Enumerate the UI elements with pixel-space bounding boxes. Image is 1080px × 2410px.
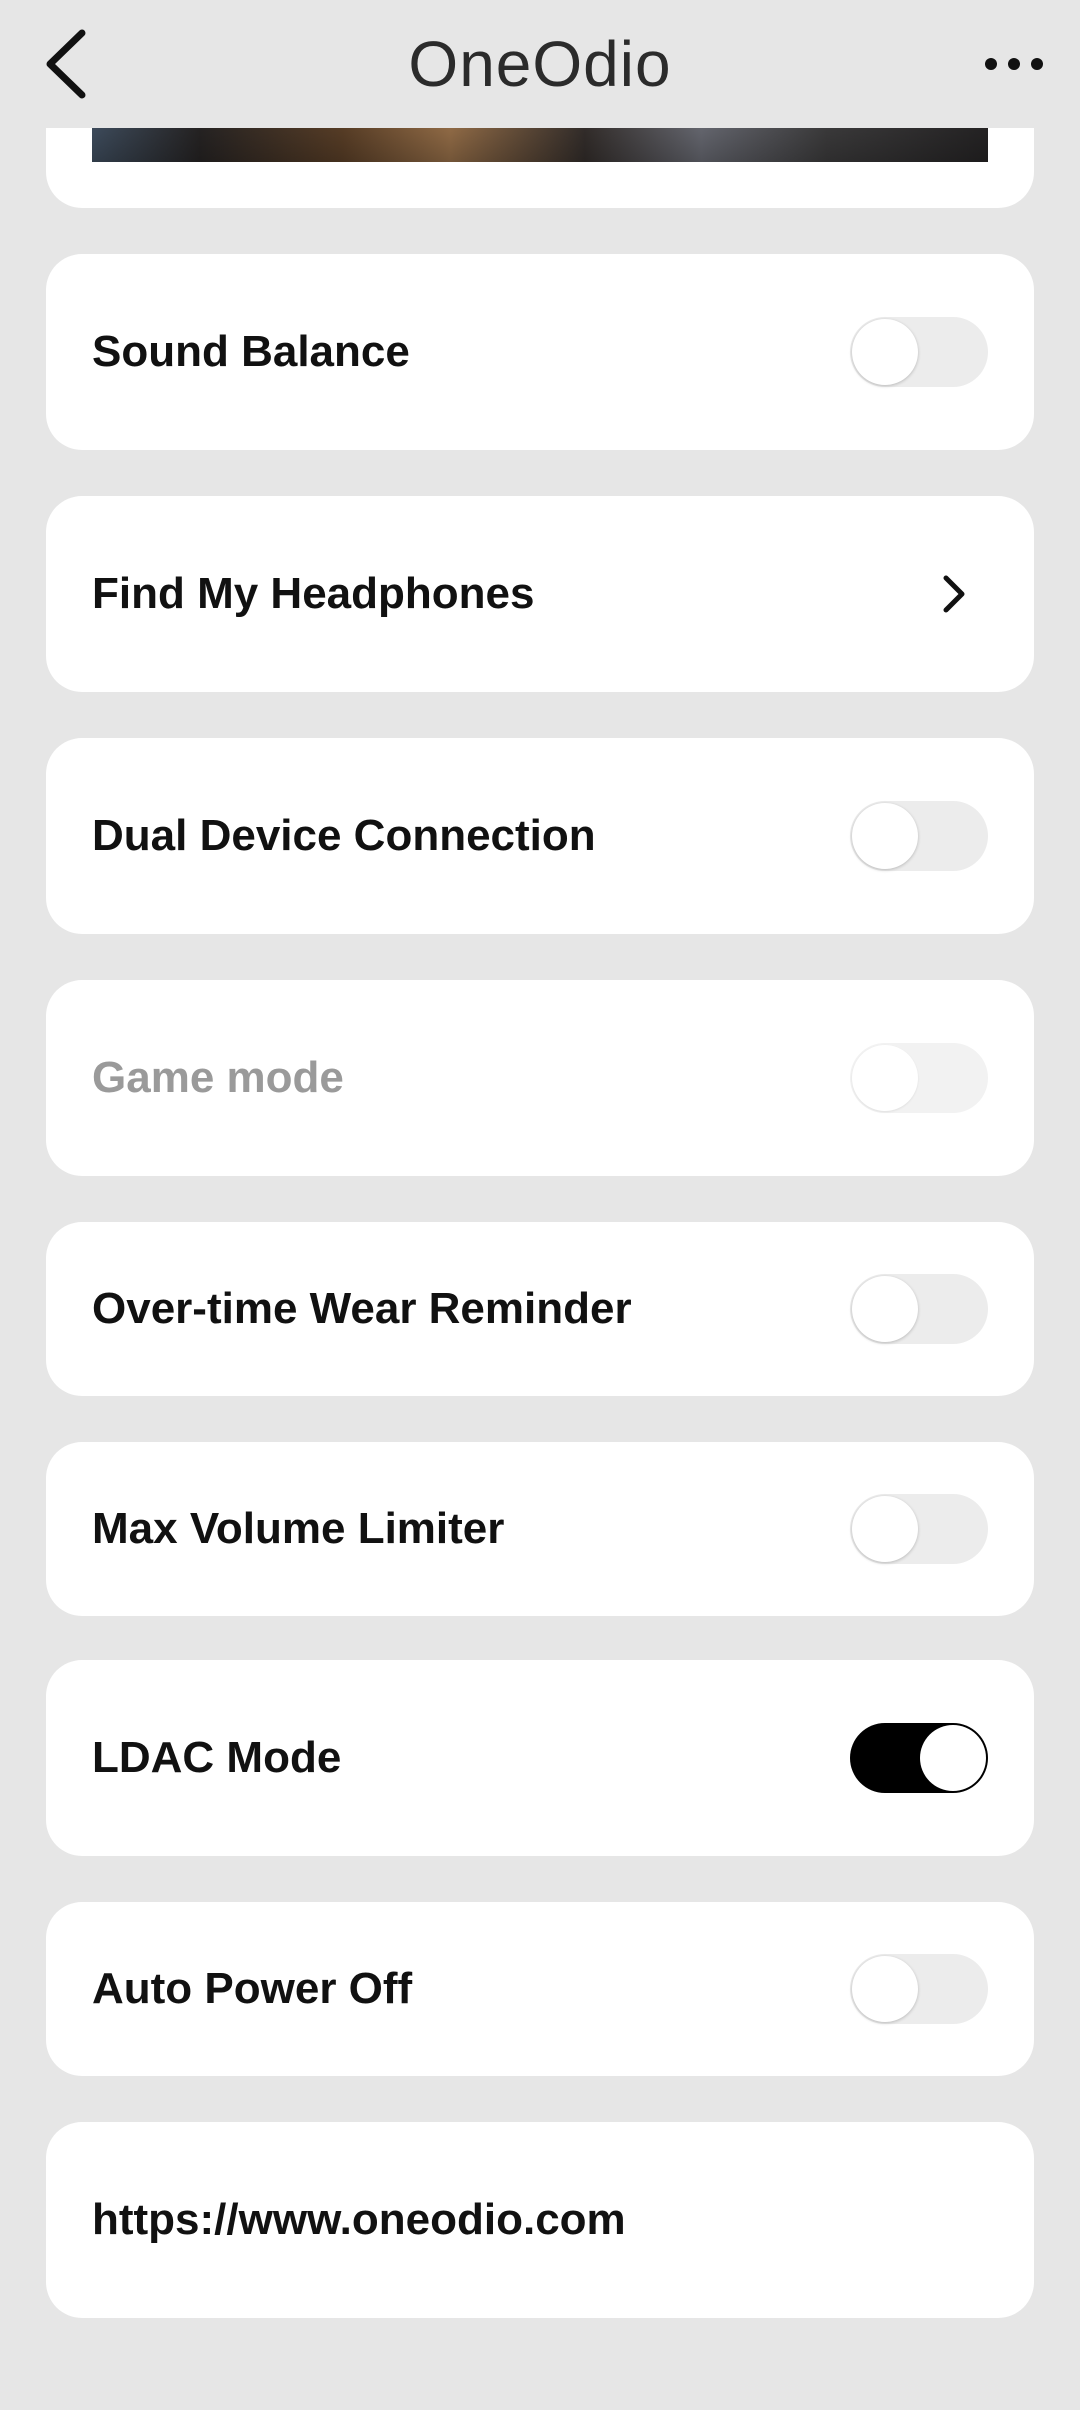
find-my-headphones-row[interactable]: Find My Headphones bbox=[46, 496, 1034, 692]
toggle-knob bbox=[852, 1276, 918, 1342]
sound-balance-row: Sound Balance bbox=[46, 254, 1034, 450]
ldac-mode-toggle[interactable] bbox=[850, 1723, 988, 1793]
game-mode-row: Game mode bbox=[46, 980, 1034, 1176]
ldac-mode-row: LDAC Mode bbox=[46, 1660, 1034, 1856]
setting-label: Game mode bbox=[92, 1053, 344, 1102]
setting-label: Find My Headphones bbox=[92, 569, 535, 618]
setting-label: LDAC Mode bbox=[92, 1733, 342, 1782]
over-time-wear-reminder-row: Over-time Wear Reminder bbox=[46, 1222, 1034, 1396]
toggle-knob bbox=[852, 803, 918, 869]
toggle-knob bbox=[920, 1725, 986, 1791]
max-volume-limiter-toggle[interactable] bbox=[850, 1494, 988, 1564]
more-horizontal-icon bbox=[985, 58, 1043, 70]
toggle-knob bbox=[852, 1045, 918, 1111]
auto-power-off-row: Auto Power Off bbox=[46, 1902, 1034, 2076]
setting-label: Over-time Wear Reminder bbox=[92, 1284, 632, 1333]
over-time-wear-reminder-toggle[interactable] bbox=[850, 1274, 988, 1344]
app-header: OneOdio bbox=[0, 0, 1080, 128]
sound-balance-toggle[interactable] bbox=[850, 317, 988, 387]
more-options-button[interactable] bbox=[974, 34, 1054, 94]
website-link-row[interactable]: https://www.oneodio.com bbox=[46, 2122, 1034, 2318]
setting-label: Dual Device Connection bbox=[92, 811, 596, 860]
auto-power-off-toggle[interactable] bbox=[850, 1954, 988, 2024]
dual-device-connection-toggle[interactable] bbox=[850, 801, 988, 871]
app-title: OneOdio bbox=[408, 28, 672, 100]
setting-label: Sound Balance bbox=[92, 327, 410, 376]
toggle-knob bbox=[852, 1496, 918, 1562]
max-volume-limiter-row: Max Volume Limiter bbox=[46, 1442, 1034, 1616]
toggle-knob bbox=[852, 1956, 918, 2022]
website-link[interactable]: https://www.oneodio.com bbox=[92, 2195, 988, 2245]
chevron-right-icon bbox=[934, 574, 974, 614]
banner-card bbox=[46, 120, 1034, 208]
toggle-knob bbox=[852, 319, 918, 385]
dual-device-connection-row: Dual Device Connection bbox=[46, 738, 1034, 934]
setting-label: Auto Power Off bbox=[92, 1964, 413, 2013]
setting-label: Max Volume Limiter bbox=[92, 1504, 505, 1553]
game-mode-toggle bbox=[850, 1043, 988, 1113]
